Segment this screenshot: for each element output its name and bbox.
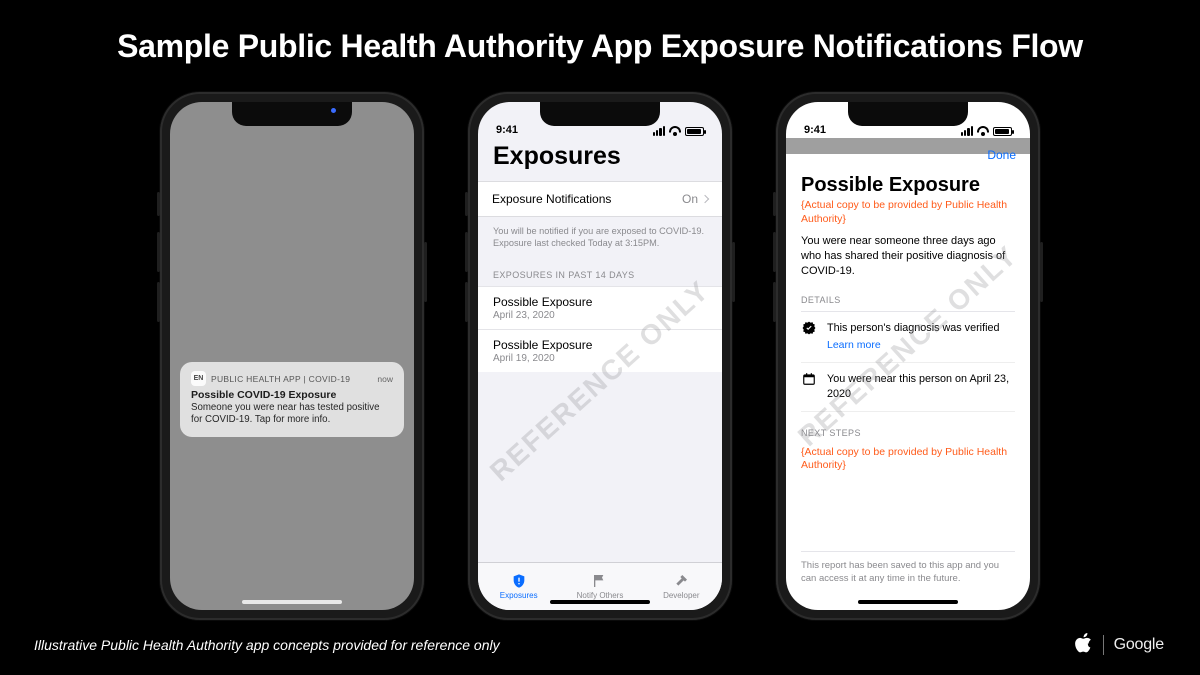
- battery-icon: [685, 127, 704, 136]
- section-header: EXPOSURES IN PAST 14 DAYS: [478, 264, 722, 286]
- details-header: DETAILS: [801, 295, 1015, 312]
- status-time: 9:41: [804, 124, 826, 136]
- phone-exposure-detail: 9:41 Done Possible Exposure {Actual copy…: [776, 92, 1040, 620]
- slide-caption: Illustrative Public Health Authority app…: [34, 637, 500, 653]
- home-indicator[interactable]: [550, 600, 650, 604]
- next-steps-header: NEXT STEPS: [801, 428, 1015, 444]
- detail-verified-text: This person's diagnosis was verified: [827, 321, 1000, 336]
- tab-exposures[interactable]: Exposures: [478, 563, 559, 610]
- exposure-item-title: Possible Exposure: [493, 295, 707, 309]
- cellular-icon: [961, 126, 973, 136]
- exposure-list-item[interactable]: Possible Exposure April 19, 2020: [478, 329, 722, 372]
- battery-icon: [993, 127, 1012, 136]
- page-title: Exposures: [478, 138, 722, 181]
- verified-badge-icon: [801, 321, 817, 354]
- wifi-icon: [669, 126, 681, 136]
- detail-verified-row: This person's diagnosis was verified Lea…: [801, 312, 1015, 364]
- placeholder-copy-next: {Actual copy to be provided by Public He…: [801, 446, 1015, 473]
- notification-body: Someone you were near has tested positiv…: [191, 402, 393, 426]
- exposure-item-title: Possible Exposure: [493, 338, 707, 352]
- toggle-value: On: [682, 192, 698, 206]
- detail-date-row: You were near this person on April 23, 2…: [801, 363, 1015, 411]
- hammer-icon: [672, 573, 690, 589]
- shield-icon: [510, 573, 528, 589]
- exposure-summary: You were near someone three days ago who…: [801, 234, 1015, 279]
- home-indicator[interactable]: [858, 600, 958, 604]
- slide-title: Sample Public Health Authority App Expos…: [0, 28, 1200, 65]
- exposure-notifications-toggle-row[interactable]: Exposure Notifications On: [478, 181, 722, 217]
- detail-date-text: You were near this person on April 23, 2…: [827, 372, 1015, 401]
- home-indicator[interactable]: [242, 600, 342, 604]
- exposure-item-date: April 19, 2020: [493, 353, 707, 364]
- phone-exposures-list: 9:41 Exposures Exposure Notifications On…: [468, 92, 732, 620]
- push-notification[interactable]: EN PUBLIC HEALTH APP | COVID-19 now Poss…: [180, 362, 404, 437]
- notification-app-name: PUBLIC HEALTH APP | COVID-19: [211, 374, 372, 384]
- status-time: 9:41: [496, 124, 518, 136]
- status-dot: [331, 108, 336, 113]
- tab-label: Developer: [663, 591, 699, 600]
- footnote: This report has been saved to this app a…: [801, 551, 1015, 586]
- calendar-icon: [801, 372, 817, 401]
- notification-app-icon: EN: [191, 371, 206, 386]
- google-logo: Google: [1114, 636, 1164, 654]
- learn-more-link[interactable]: Learn more: [827, 339, 881, 351]
- toggle-label: Exposure Notifications: [492, 192, 611, 206]
- hint-text: You will be notified if you are exposed …: [478, 217, 722, 264]
- exposure-item-date: April 23, 2020: [493, 310, 707, 321]
- done-button[interactable]: Done: [987, 148, 1016, 162]
- tab-developer[interactable]: Developer: [641, 563, 722, 610]
- wifi-icon: [977, 126, 989, 136]
- chevron-right-icon: [701, 195, 709, 203]
- logo-separator: [1103, 635, 1104, 655]
- apple-logo-icon: [1075, 633, 1093, 658]
- cellular-icon: [653, 126, 665, 136]
- phone-lockscreen: EN PUBLIC HEALTH APP | COVID-19 now Poss…: [160, 92, 424, 620]
- tab-label: Notify Others: [577, 591, 624, 600]
- notification-title: Possible COVID-19 Exposure: [191, 389, 393, 401]
- flag-icon: [591, 573, 609, 589]
- tab-label: Exposures: [500, 591, 538, 600]
- placeholder-copy-top: {Actual copy to be provided by Public He…: [801, 199, 1015, 226]
- exposure-list-item[interactable]: Possible Exposure April 23, 2020: [478, 286, 722, 329]
- notification-time: now: [377, 374, 393, 384]
- phones-row: EN PUBLIC HEALTH APP | COVID-19 now Poss…: [0, 92, 1200, 620]
- detail-title: Possible Exposure: [801, 174, 1015, 197]
- partner-logos: Google: [1075, 633, 1164, 657]
